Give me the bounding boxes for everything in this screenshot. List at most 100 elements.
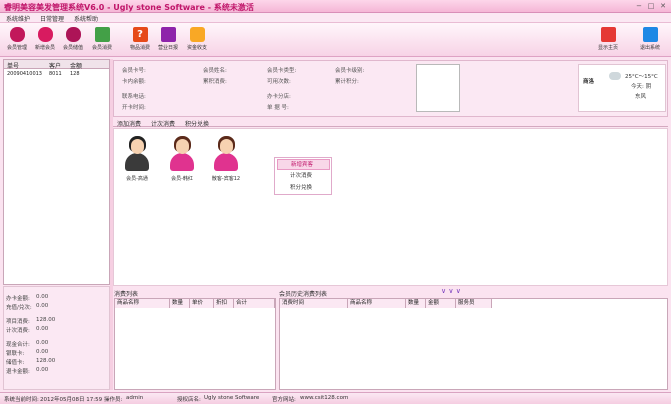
window-title: 睿明美容美发管理系统V6.0 - Ugly stone Software - 系… xyxy=(4,3,254,12)
tab-points-exchange[interactable]: 积分兑换 xyxy=(185,119,209,128)
name-label: 会员姓名: xyxy=(203,68,227,74)
toolbar-label: 会员消费 xyxy=(91,45,112,51)
time-label: 系统当前时间: xyxy=(4,397,39,403)
history-list-title: 会员历史消费列表 xyxy=(279,291,328,298)
table-row[interactable]: 20090410013 8011 128 xyxy=(4,70,109,78)
add-member-button[interactable]: 新增会员 xyxy=(31,25,59,55)
site-link[interactable]: www.csit128.com xyxy=(300,395,348,401)
money-bag-icon xyxy=(189,27,205,42)
consume-list-title: 消费列表 xyxy=(114,291,139,298)
exit-icon xyxy=(642,27,658,42)
customer-area[interactable]: 会员-高通 会员-韩红 散客-宾客12 新增宾客 计次消费 积分兑换 xyxy=(113,128,668,286)
funds-button[interactable]: 资金收支 xyxy=(183,25,211,55)
column-header[interactable]: 折扣 xyxy=(214,299,234,308)
customer-card[interactable]: 散客-宾客12 xyxy=(208,135,244,182)
menu-daily-management[interactable]: 日常管理 xyxy=(40,14,64,23)
consume-list-table[interactable]: 商品名称 数量 单价 折扣 合计 xyxy=(114,298,276,390)
card-type-label: 会员卡类型: xyxy=(267,68,297,74)
weather-temp: 25°C～15°C xyxy=(625,74,658,80)
card-no-label: 会员卡号: xyxy=(122,68,146,74)
tab-count-consume[interactable]: 计次消费 xyxy=(151,119,175,128)
column-header[interactable]: 单号 xyxy=(7,61,19,70)
summary-panel: 办卡金额: 0.00 充值/兑次: 0.00 项目消费: 128.00 计次消费… xyxy=(3,286,110,390)
weather-city: 商洛 xyxy=(583,79,595,85)
points-label: 累计积分: xyxy=(335,79,359,85)
summary-value: 0.00 xyxy=(36,340,49,346)
column-header[interactable]: 商品名称 xyxy=(115,299,170,308)
menu-system-help[interactable]: 系统帮助 xyxy=(74,14,98,23)
menu-item-add-guest[interactable]: 新增宾客 xyxy=(277,159,330,170)
summary-label: 项目消费: xyxy=(6,319,30,325)
consume-tabs: 添加消费 计次消费 积分兑换 xyxy=(113,119,668,128)
toolbar-label: 物品消费 xyxy=(129,45,150,51)
male-avatar-icon xyxy=(123,135,151,173)
order-no-label: 单 据 号: xyxy=(267,105,289,111)
menu-item-count-consume[interactable]: 计次消费 xyxy=(277,171,330,182)
order-number: 20090410013 xyxy=(7,71,42,77)
status-bar: 系统当前时间: 2012年05月08日 17:59 操作员: admin 授权店… xyxy=(0,392,671,404)
column-header[interactable]: 合计 xyxy=(234,299,275,308)
member-management-button[interactable]: 会员管理 xyxy=(3,25,31,55)
licensee-name: Ugly stone Software xyxy=(204,395,260,401)
female-avatar-icon xyxy=(212,135,240,173)
times-label: 可用次数: xyxy=(267,79,291,85)
customer-card[interactable]: 会员-韩红 xyxy=(164,135,200,182)
column-header[interactable]: 单价 xyxy=(190,299,214,308)
app-window: 睿明美容美发管理系统V6.0 - Ugly stone Software - 系… xyxy=(0,0,671,404)
toolbar-label: 退出系统 xyxy=(639,45,660,51)
weather-widget: 商洛 25°C～15°C 今天: 阴 东风 xyxy=(578,64,666,112)
card-level-label: 会员卡级别: xyxy=(335,68,365,74)
tab-add-consume[interactable]: 添加消费 xyxy=(117,119,141,128)
show-home-button[interactable]: 显示主页 xyxy=(594,25,622,55)
toolbar-label: 新增会员 xyxy=(34,45,55,51)
current-time: 2012年05月08日 17:59 xyxy=(40,397,103,403)
open-time-label: 开卡时间: xyxy=(122,105,146,111)
collapse-chevron-icon[interactable]: ∨ ∨ ∨ xyxy=(441,287,461,295)
menu-system-maintenance[interactable]: 系统维护 xyxy=(6,14,30,23)
operator-label: 操作员: xyxy=(104,397,123,403)
column-header[interactable]: 客户 xyxy=(49,61,61,70)
item-consume-button[interactable]: ? 物品消费 xyxy=(126,25,154,55)
summary-value: 0.00 xyxy=(36,367,49,373)
home-icon xyxy=(600,27,616,42)
customer-card[interactable]: 会员-高通 xyxy=(119,135,155,182)
summary-label: 退卡金额: xyxy=(6,369,30,375)
daily-report-button[interactable]: 营业日报 xyxy=(154,25,182,55)
summary-value: 0.00 xyxy=(36,349,49,355)
branch-label: 办卡分店: xyxy=(267,94,291,100)
summary-label: 银联卡: xyxy=(6,351,25,357)
toolbar-label: 会员储值 xyxy=(62,45,83,51)
menu-item-points-exchange[interactable]: 积分兑换 xyxy=(277,183,330,194)
summary-value: 0.00 xyxy=(36,303,49,309)
female-avatar-icon xyxy=(168,135,196,173)
member-deposit-button[interactable]: 会员储值 xyxy=(59,25,87,55)
toolbar-label: 营业日报 xyxy=(157,45,178,51)
consumed-label: 累积消费: xyxy=(203,79,227,85)
cloud-icon xyxy=(609,72,621,80)
summary-value: 128.00 xyxy=(36,358,56,364)
report-icon xyxy=(160,27,176,42)
weather-today: 今天: 阴 xyxy=(631,84,652,90)
column-header[interactable]: 金额 xyxy=(70,61,82,70)
column-header[interactable]: 商品名称 xyxy=(348,299,406,308)
history-list-table[interactable]: 消费时间 商品名称 数量 金额 服务员 xyxy=(279,298,668,390)
help-icon: ? xyxy=(132,27,148,42)
exit-system-button[interactable]: 退出系统 xyxy=(636,25,664,55)
column-header[interactable]: 金额 xyxy=(426,299,456,308)
member-order-grid[interactable]: 单号 客户 金额 20090410013 8011 128 xyxy=(3,59,110,285)
toolbar: 会员管理 新增会员 会员储值 会员消费 ? 物品消费 营业日报 资金收支 显示主 xyxy=(0,23,671,57)
summary-value: 0.00 xyxy=(36,294,49,300)
column-header[interactable]: 消费时间 xyxy=(280,299,348,308)
site-label: 官方网站: xyxy=(272,397,296,403)
column-header[interactable]: 数量 xyxy=(170,299,190,308)
member-consume-button[interactable]: 会员消费 xyxy=(88,25,116,55)
grid-header: 单号 客户 金额 xyxy=(4,60,109,70)
minimize-icon[interactable]: − xyxy=(634,2,644,11)
licensee-label: 授权店名: xyxy=(177,397,201,403)
column-header[interactable]: 服务员 xyxy=(456,299,492,308)
summary-label: 现金合计: xyxy=(6,342,30,348)
close-icon[interactable]: ✕ xyxy=(658,2,668,11)
column-header[interactable]: 数量 xyxy=(406,299,426,308)
add-member-icon xyxy=(37,27,53,42)
maximize-icon[interactable]: □ xyxy=(646,2,656,11)
